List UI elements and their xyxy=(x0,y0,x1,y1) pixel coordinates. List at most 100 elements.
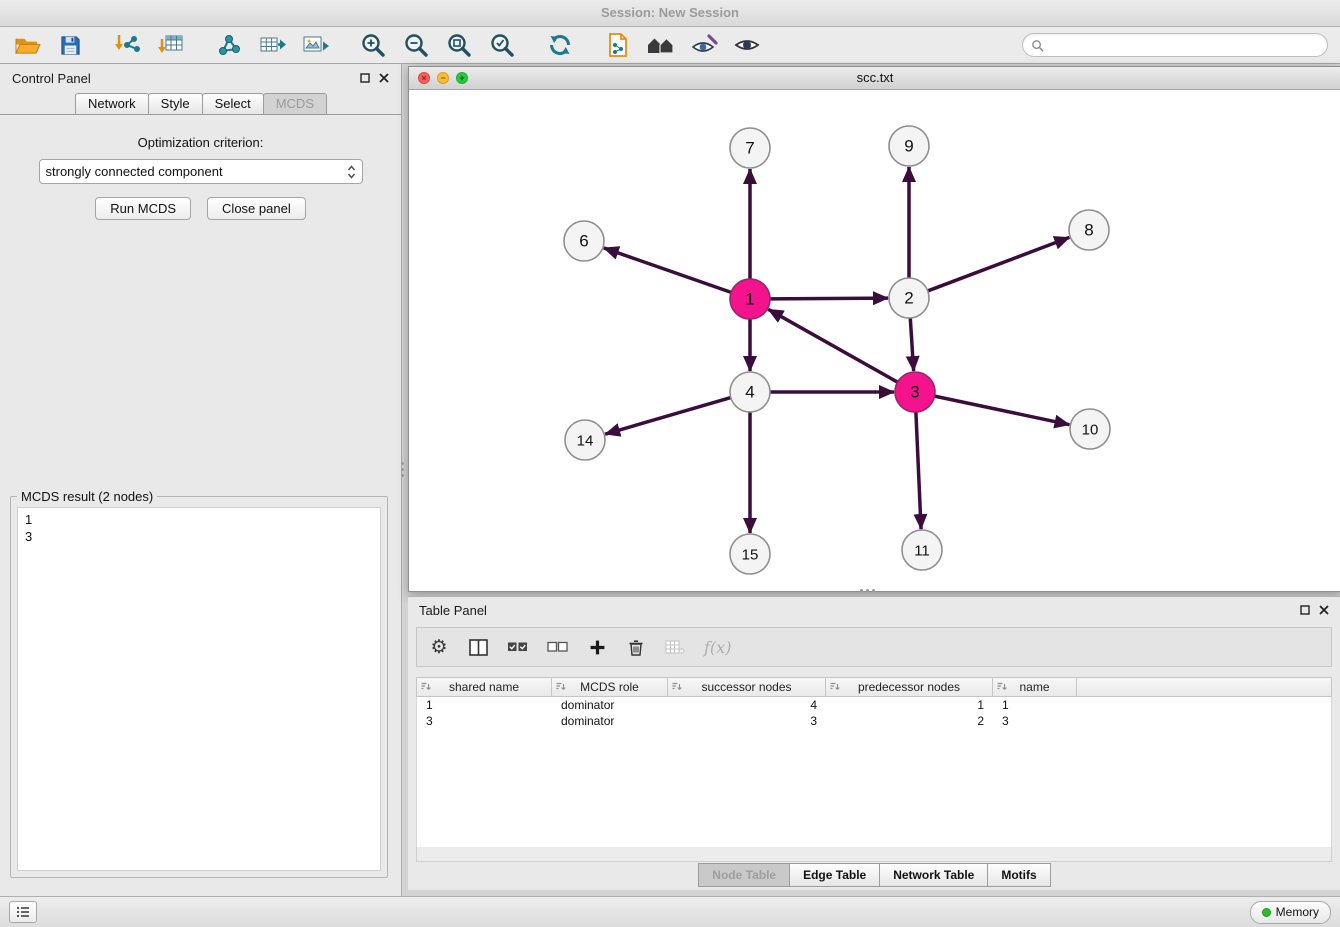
import-network-button[interactable] xyxy=(113,31,143,59)
add-column-icon[interactable] xyxy=(587,639,607,656)
table-cell[interactable]: 1 xyxy=(417,698,552,712)
float-panel-icon[interactable] xyxy=(360,73,370,83)
column-header-predecessor-nodes[interactable]: predecessor nodes xyxy=(826,678,993,696)
graph-node-11[interactable]: 11 xyxy=(902,530,942,570)
table-body: 1dominator4113dominator323 xyxy=(416,697,1332,847)
toolbar-search[interactable] xyxy=(1022,33,1328,57)
graph-node-7[interactable]: 7 xyxy=(730,128,770,168)
zoom-in-button[interactable] xyxy=(358,31,388,59)
table-cell[interactable]: 3 xyxy=(668,714,826,728)
table-cell[interactable]: 3 xyxy=(993,714,1077,728)
graph-edge-1-2[interactable] xyxy=(770,298,888,299)
close-panel-button[interactable]: Close panel xyxy=(207,197,306,220)
export-table-button[interactable] xyxy=(257,31,287,59)
column-header-MCDS-role[interactable]: MCDS role xyxy=(552,678,668,696)
zoom-selected-button[interactable] xyxy=(487,31,517,59)
graph-node-9[interactable]: 9 xyxy=(889,126,929,166)
zoom-out-button[interactable] xyxy=(401,31,431,59)
graph-node-8[interactable]: 8 xyxy=(1069,210,1109,250)
search-icon xyxy=(1031,39,1044,52)
mcds-result-area[interactable]: 1 3 xyxy=(17,507,381,871)
svg-text:4: 4 xyxy=(745,383,754,402)
search-input[interactable] xyxy=(1049,37,1319,53)
zoom-fit-button[interactable] xyxy=(444,31,474,59)
select-all-columns-icon[interactable] xyxy=(507,641,528,653)
graph-edge-1-6[interactable] xyxy=(604,248,731,292)
tab-select[interactable]: Select xyxy=(202,93,264,114)
horizontal-splitter-handle[interactable] xyxy=(860,589,875,592)
graph-edge-3-10[interactable] xyxy=(935,396,1070,425)
sort-icon xyxy=(829,681,840,692)
save-session-button[interactable] xyxy=(55,31,85,59)
criterion-select[interactable]: strongly connected component xyxy=(39,159,363,184)
open-session-button[interactable] xyxy=(12,31,42,59)
graph-node-15[interactable]: 15 xyxy=(730,534,770,574)
network-window-titlebar[interactable]: × − + scc.txt xyxy=(409,67,1340,90)
graph-edge-3-1[interactable] xyxy=(768,309,897,382)
tab-network[interactable]: Network xyxy=(75,93,149,114)
table-float-icon[interactable] xyxy=(1300,605,1310,615)
network-graph[interactable]: 7 9 6 8 1 2 4 3 14 10 15 11 xyxy=(409,90,1339,590)
close-panel-icon[interactable] xyxy=(379,73,389,83)
tab-mcds[interactable]: MCDS xyxy=(263,93,327,114)
svg-text:1: 1 xyxy=(745,290,754,309)
table-cell[interactable]: 4 xyxy=(668,698,826,712)
column-header-name[interactable]: name xyxy=(993,678,1077,696)
graph-edge-2-3[interactable] xyxy=(910,318,913,371)
table-close-icon[interactable] xyxy=(1319,605,1329,615)
graph-node-10[interactable]: 10 xyxy=(1070,409,1110,449)
column-header-successor-nodes[interactable]: successor nodes xyxy=(668,678,826,696)
deselect-all-columns-icon[interactable] xyxy=(547,641,568,653)
optimization-criterion-label: Optimization criterion: xyxy=(0,135,401,150)
graph-node-14[interactable]: 14 xyxy=(565,420,605,460)
graph-node-6[interactable]: 6 xyxy=(564,221,604,261)
window-minimize-button[interactable]: − xyxy=(437,72,449,84)
graphics-details-button[interactable] xyxy=(689,31,719,59)
new-network-button[interactable] xyxy=(214,31,244,59)
export-image-button[interactable] xyxy=(300,31,330,59)
tab-style[interactable]: Style xyxy=(148,93,203,114)
table-cell[interactable]: dominator xyxy=(552,698,668,712)
vertical-splitter-handle[interactable] xyxy=(401,462,404,477)
split-columns-icon[interactable] xyxy=(468,639,488,656)
table-row[interactable]: 3dominator323 xyxy=(417,713,1331,729)
tab-motifs[interactable]: Motifs xyxy=(987,863,1050,887)
graph-node-2[interactable]: 2 xyxy=(889,278,929,318)
tab-node-table[interactable]: Node Table xyxy=(698,863,790,887)
graph-edge-3-11[interactable] xyxy=(916,412,921,529)
table-cell[interactable]: 2 xyxy=(826,714,993,728)
graph-edge-2-8[interactable] xyxy=(928,237,1070,291)
select-stepper-icon xyxy=(347,164,356,180)
table-settings-gear-icon[interactable]: ⚙ xyxy=(429,638,449,657)
graph-edge-4-14[interactable] xyxy=(605,398,731,435)
tab-network-table[interactable]: Network Table xyxy=(879,863,988,887)
table-cell[interactable]: dominator xyxy=(552,714,668,728)
table-cell[interactable]: 3 xyxy=(417,714,552,728)
delete-column-icon[interactable] xyxy=(626,638,646,657)
clone-network-button[interactable] xyxy=(603,31,633,59)
show-hide-eye-button[interactable] xyxy=(732,31,762,59)
graph-node-4[interactable]: 4 xyxy=(730,372,770,412)
main-toolbar xyxy=(0,27,1340,64)
table-scrollbar[interactable] xyxy=(416,847,1332,862)
table-cell[interactable]: 1 xyxy=(993,698,1077,712)
table-row[interactable]: 1dominator411 xyxy=(417,697,1331,713)
svg-text:10: 10 xyxy=(1082,422,1099,439)
memory-button[interactable]: Memory xyxy=(1250,901,1331,924)
memory-label: Memory xyxy=(1276,905,1319,919)
graph-node-1[interactable]: 1 xyxy=(730,279,770,319)
table-cell[interactable]: 1 xyxy=(826,698,993,712)
run-mcds-button[interactable]: Run MCDS xyxy=(95,197,191,220)
column-header-shared-name[interactable]: shared name xyxy=(417,678,552,696)
import-table-button[interactable] xyxy=(156,31,186,59)
graph-node-3[interactable]: 3 xyxy=(895,372,935,412)
tab-edge-table[interactable]: Edge Table xyxy=(789,863,880,887)
column-header-label: successor nodes xyxy=(701,680,791,694)
control-panel-title: Control Panel xyxy=(12,71,91,86)
window-close-button[interactable]: × xyxy=(418,72,430,84)
window-zoom-button[interactable]: + xyxy=(456,72,468,84)
first-neighbors-button[interactable] xyxy=(646,31,676,59)
task-history-button[interactable] xyxy=(9,901,37,923)
table-panel-title: Table Panel xyxy=(419,603,487,618)
refresh-view-button[interactable] xyxy=(545,31,575,59)
